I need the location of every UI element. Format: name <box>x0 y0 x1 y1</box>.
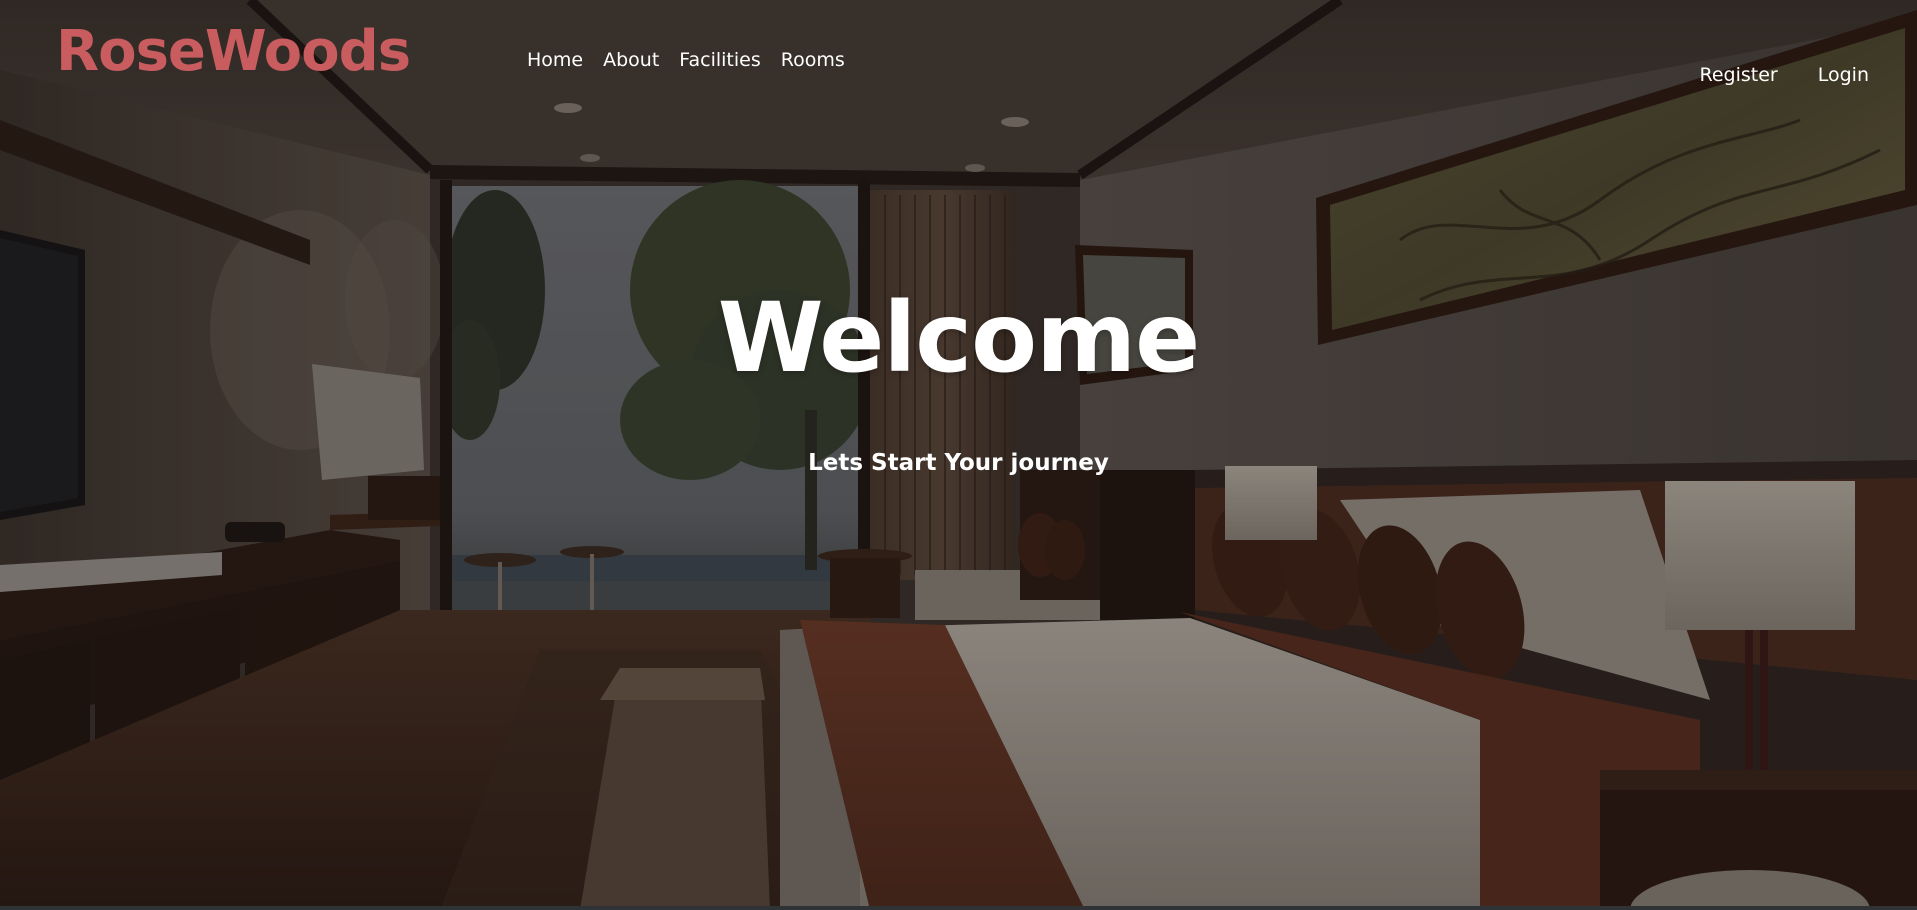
nav-link-facilities[interactable]: Facilities <box>679 48 760 72</box>
nav-link-home[interactable]: Home <box>527 48 583 72</box>
nav-link-rooms[interactable]: Rooms <box>781 48 845 72</box>
register-link[interactable]: Register <box>1700 63 1778 87</box>
brand-logo[interactable]: RoseWoods <box>56 24 411 80</box>
page-bottom-divider <box>0 906 1917 910</box>
auth-nav: Register Login <box>1700 63 1870 87</box>
main-nav: Home About Facilities Rooms <box>527 48 845 72</box>
nav-link-about[interactable]: About <box>603 48 659 72</box>
hero-title: Welcome <box>717 282 1200 394</box>
landing-page: RoseWoods Home About Facilities Rooms Re… <box>0 0 1917 910</box>
login-link[interactable]: Login <box>1818 63 1869 87</box>
hero-subtitle: Lets Start Your journey <box>808 450 1109 476</box>
